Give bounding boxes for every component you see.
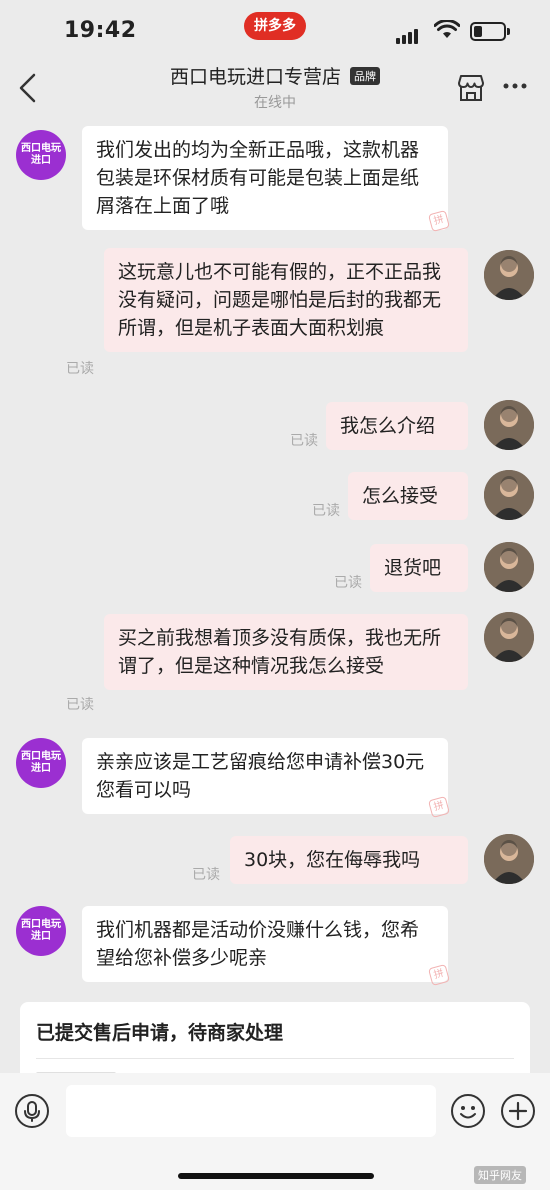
emoji-icon[interactable]	[450, 1093, 486, 1129]
watermark: 知乎网友	[474, 1166, 526, 1184]
user-photo-icon	[484, 400, 534, 450]
add-more-icon[interactable]	[500, 1093, 536, 1129]
user-avatar[interactable]	[484, 400, 534, 450]
user-avatar[interactable]	[484, 612, 534, 662]
message-input[interactable]	[66, 1085, 436, 1137]
status-time: 19:42	[64, 18, 137, 43]
store-name: 西口电玩进口专营店	[169, 66, 341, 88]
voice-input-icon[interactable]	[14, 1093, 50, 1129]
message-list[interactable]: 西口电玩 进口 我们发出的均为全新正品哦，这款机器包装是环保材质有可能是包装上面是…	[0, 118, 550, 1073]
read-receipt: 已读	[66, 697, 94, 713]
user-avatar[interactable]	[484, 834, 534, 884]
message-bubble-user[interactable]: 30块，您在侮辱我吗	[230, 836, 468, 884]
more-options-icon[interactable]	[502, 82, 528, 90]
user-avatar[interactable]	[484, 542, 534, 592]
user-photo-icon	[484, 250, 534, 300]
app-indicator-pill: 拼多多	[244, 12, 306, 40]
read-receipt: 已读	[66, 361, 94, 377]
wifi-icon	[434, 20, 460, 38]
chat-header: 西口电玩进口专营店 品牌 在线中	[0, 56, 550, 118]
user-photo-icon	[484, 612, 534, 662]
home-indicator	[178, 1173, 374, 1179]
message-bubble-user[interactable]: 怎么接受	[348, 472, 468, 520]
message-bubble-user[interactable]: 我怎么介绍	[326, 402, 468, 450]
after-sale-status-card[interactable]: 已提交售后申请，待商家处理	[20, 1002, 530, 1082]
user-avatar[interactable]	[484, 250, 534, 300]
cellular-signal-icon	[396, 25, 420, 44]
after-sale-status-text: 已提交售后申请，待商家处理	[36, 1022, 284, 1044]
message-bubble-shop[interactable]: 我们机器都是活动价没赚什么钱，您希望给您补偿多少呢亲	[82, 906, 448, 982]
message-bubble-shop[interactable]: 亲亲应该是工艺留痕给您申请补偿30元您看可以吗	[82, 738, 448, 814]
card-divider	[36, 1058, 514, 1059]
read-receipt: 已读	[334, 575, 362, 591]
read-receipt: 已读	[290, 433, 318, 449]
shop-avatar[interactable]: 西口电玩 进口	[16, 738, 66, 788]
message-bubble-shop[interactable]: 我们发出的均为全新正品哦，这款机器包装是环保材质有可能是包装上面是纸屑落在上面了…	[82, 126, 448, 230]
user-photo-icon	[484, 542, 534, 592]
battery-icon	[470, 22, 510, 41]
user-photo-icon	[484, 834, 534, 884]
message-bubble-user[interactable]: 退货吧	[370, 544, 468, 592]
shop-avatar[interactable]: 西口电玩 进口	[16, 130, 66, 180]
read-receipt: 已读	[312, 503, 340, 519]
user-photo-icon	[484, 470, 534, 520]
read-receipt: 已读	[192, 867, 220, 883]
user-avatar[interactable]	[484, 470, 534, 520]
shop-avatar[interactable]: 西口电玩 进口	[16, 906, 66, 956]
storefront-icon[interactable]	[456, 74, 486, 102]
message-bubble-user[interactable]: 买之前我想着顶多没有质保，我也无所谓了，但是这种情况我怎么接受	[104, 614, 468, 690]
message-bubble-user[interactable]: 这玩意儿也不可能有假的，正不正品我没有疑问，问题是哪怕是后封的我都无所谓，但是机…	[104, 248, 468, 352]
status-bar: 19:42 拼多多	[0, 0, 550, 56]
brand-badge: 品牌	[350, 66, 381, 85]
